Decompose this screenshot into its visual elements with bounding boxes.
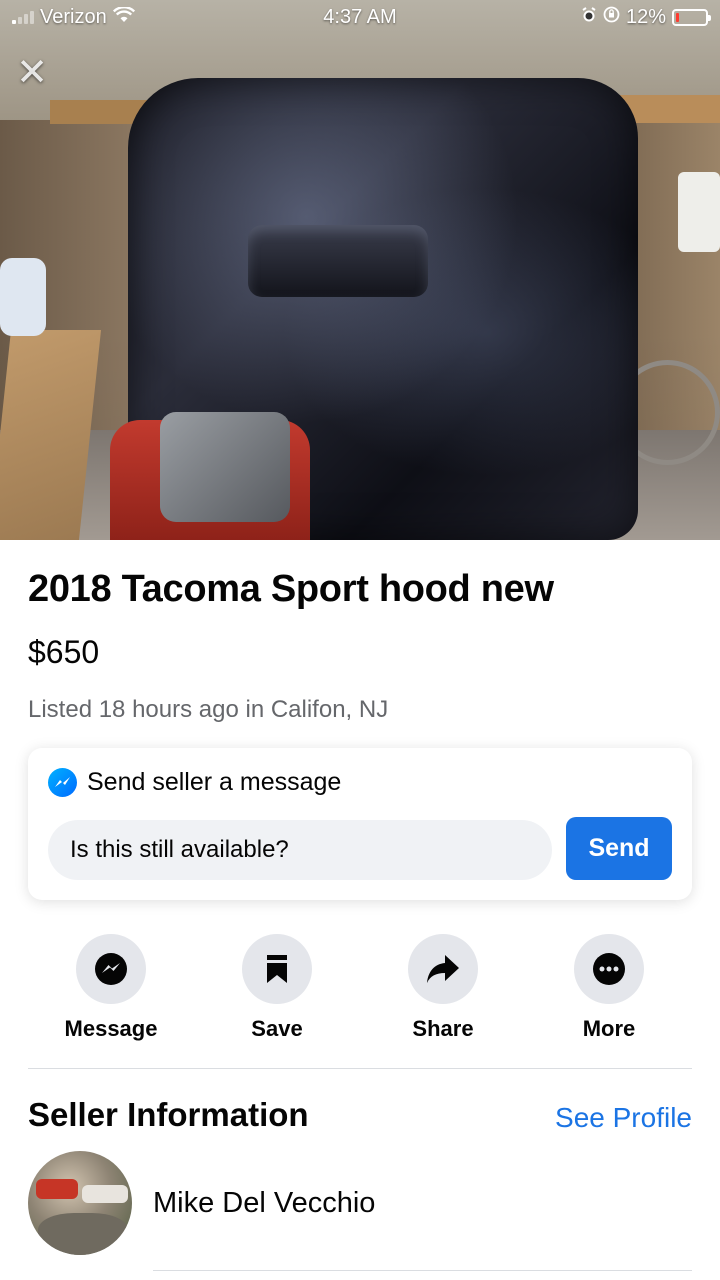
avatar[interactable] [28,1151,132,1255]
status-bar: Verizon 4:37 AM 12% [0,0,720,34]
photo-jug [0,258,46,336]
message-action-label: Message [64,1016,158,1041]
listing-photo[interactable] [0,0,720,540]
alarm-icon [581,6,597,29]
wifi-icon [112,5,135,29]
seller-name[interactable]: Mike Del Vecchio [153,1187,375,1220]
share-action[interactable]: Share [373,934,513,1042]
message-action[interactable]: Message [41,934,181,1042]
section-divider [28,1068,692,1069]
battery-level-fill [676,12,680,22]
send-button[interactable]: Send [566,817,672,880]
save-action[interactable]: Save [207,934,347,1042]
battery-icon [672,8,711,26]
photo-hood-scoop [248,225,428,297]
message-card-heading-label: Send seller a message [87,768,342,796]
listing-price: $650 [28,634,100,670]
avatar-rc-truck-red [36,1179,78,1199]
more-action[interactable]: More [539,934,679,1042]
avatar-rc-truck-white [82,1185,128,1203]
send-message-card: Send seller a message Is this still avai… [28,748,692,900]
close-icon[interactable]: ✕ [14,54,50,92]
more-action-label: More [582,1016,636,1041]
message-card-heading: Send seller a message [48,768,341,797]
battery-percent: 12% [625,5,666,28]
orientation-lock-icon [603,6,620,29]
seller-divider [153,1270,692,1271]
messenger-icon[interactable] [76,934,146,1004]
status-left: Verizon [12,6,135,29]
avatar-rock [38,1213,128,1255]
carrier-name: Verizon [40,5,107,28]
photo-bucket [678,172,720,252]
save-action-label: Save [251,1016,303,1041]
listing-location-time: Listed 18 hours ago in Califon, NJ [28,696,389,723]
status-right: 12% [581,5,711,29]
messenger-icon [48,768,77,797]
message-input[interactable]: Is this still available? [48,820,552,880]
more-dots-icon[interactable] [574,934,644,1004]
bookmark-icon[interactable] [242,934,312,1004]
seller-info-heading: Seller Information [28,1096,309,1133]
share-action-label: Share [412,1016,474,1041]
listing-title: 2018 Tacoma Sport hood new [28,568,554,610]
action-buttons: Message Save Share More [28,934,692,1046]
see-profile-link[interactable]: See Profile [555,1102,692,1134]
share-arrow-icon[interactable] [408,934,478,1004]
photo-compressor-motor [160,412,290,522]
signal-icon [12,10,34,24]
